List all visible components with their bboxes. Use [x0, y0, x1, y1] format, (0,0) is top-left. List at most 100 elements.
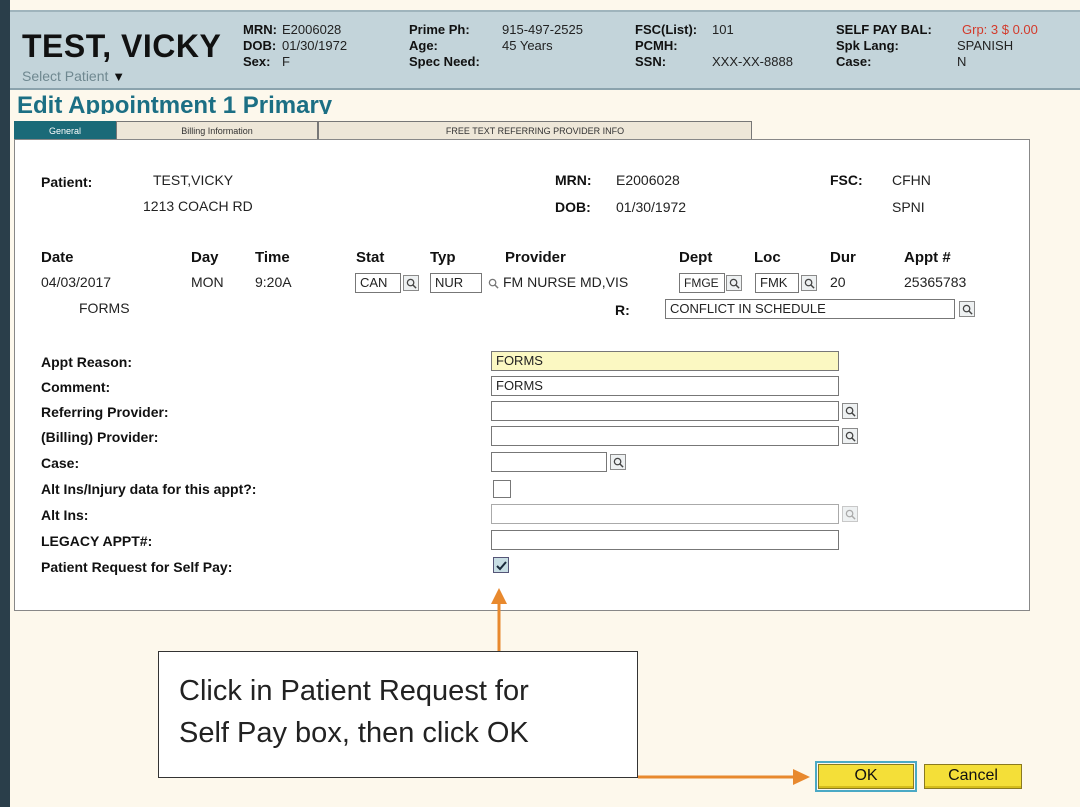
sex-value: F — [282, 54, 290, 69]
date-header: Date — [41, 249, 74, 266]
self-pay-request-label: Patient Request for Self Pay: — [41, 559, 233, 575]
spec-need-label: Spec Need: — [409, 54, 480, 69]
appt-day: MON — [191, 274, 224, 290]
prime-phone-label: Prime Ph: — [409, 22, 470, 37]
instruction-line-2: Self Pay box, then click OK — [179, 717, 529, 749]
billing-provider-label: (Billing) Provider: — [41, 429, 159, 445]
sex-label: Sex: — [243, 54, 271, 69]
left-edge-bar — [0, 0, 10, 807]
day-header: Day — [191, 249, 219, 266]
select-patient-label: Select Patient — [22, 68, 109, 84]
instruction-text: Click in Patient Request for Self Pay bo… — [179, 670, 529, 754]
cancel-reason-field[interactable]: CONFLICT IN SCHEDULE — [665, 299, 955, 319]
dob-value-panel: 01/30/1972 — [616, 199, 687, 215]
alt-ins-lookup-icon[interactable] — [842, 506, 858, 522]
appt-reason-label: Appt Reason: — [41, 354, 132, 370]
dept-lookup-icon[interactable] — [726, 275, 742, 291]
mrn-value: E2006028 — [282, 22, 342, 37]
pcmh-label: PCMH: — [635, 38, 678, 53]
select-patient-dropdown[interactable]: Select Patient ▼ — [22, 68, 125, 84]
self-pay-bal-value: Grp: 3 $ 0.00 — [962, 22, 1038, 37]
time-header: Time — [255, 249, 290, 266]
patient-label: Patient: — [41, 174, 93, 190]
stat-lookup-icon[interactable] — [403, 275, 419, 291]
dept-field[interactable]: FMGE — [679, 273, 725, 293]
mrn-value-panel: E2006028 — [616, 172, 680, 188]
appt-reason-field[interactable]: FORMS — [491, 351, 839, 371]
fsc-value-panel: CFHN — [892, 172, 931, 188]
case-field[interactable] — [491, 452, 607, 472]
appt-time: 9:20A — [255, 274, 292, 290]
page-title: Edit Appointment 1 Primary — [17, 92, 333, 114]
fsc-label-panel: FSC: — [830, 172, 863, 188]
tab-free-text-referring-provider[interactable]: FREE TEXT REFERRING PROVIDER INFO — [318, 121, 752, 140]
referring-provider-lookup-icon[interactable] — [842, 403, 858, 419]
ssn-value: XXX-XX-8888 — [712, 54, 793, 69]
legacy-appt-label: LEGACY APPT#: — [41, 533, 153, 549]
instruction-callout: Click in Patient Request for Self Pay bo… — [158, 651, 638, 778]
spoken-language-value: SPANISH — [957, 38, 1014, 53]
checkmark-icon — [496, 561, 507, 571]
typ-lookup-icon[interactable] — [485, 275, 501, 291]
patient-banner: TEST, VICKY Select Patient ▼ MRN: E20060… — [10, 10, 1080, 90]
prime-phone-value: 915-497-2525 — [502, 22, 583, 37]
appointment-panel: Patient: TEST,VICKY 1213 COACH RD MRN: E… — [14, 139, 1030, 611]
stat-field[interactable]: CAN — [355, 273, 401, 293]
dob-label-panel: DOB: — [555, 199, 591, 215]
appt-sub-reason: FORMS — [79, 300, 130, 316]
loc-lookup-icon[interactable] — [801, 275, 817, 291]
fsc-secondary-value: SPNI — [892, 199, 925, 215]
appt-number-header: Appt # — [904, 249, 951, 266]
typ-field[interactable]: NUR — [430, 273, 482, 293]
self-pay-bal-label: SELF PAY BAL: — [836, 22, 932, 37]
age-value: 45 Years — [502, 38, 553, 53]
mrn-label-panel: MRN: — [555, 172, 592, 188]
loc-field[interactable]: FMK — [755, 273, 799, 293]
loc-header: Loc — [754, 249, 781, 266]
case-value: N — [957, 54, 967, 69]
case-label: Case: — [836, 54, 872, 69]
fsc-list-label: FSC(List): — [635, 22, 698, 37]
mrn-label: MRN: — [243, 22, 277, 37]
stat-header: Stat — [356, 249, 385, 266]
alt-ins-injury-label: Alt Ins/Injury data for this appt?: — [41, 481, 257, 497]
appt-date: 04/03/2017 — [41, 274, 112, 290]
cancel-reason-label: R: — [615, 302, 630, 318]
tab-general[interactable]: General — [14, 121, 116, 140]
patient-name: TEST, VICKY — [22, 28, 222, 64]
spoken-language-label: Spk Lang: — [836, 38, 899, 53]
legacy-appt-field[interactable] — [491, 530, 839, 550]
billing-provider-field[interactable] — [491, 426, 839, 446]
case-label-form: Case: — [41, 455, 80, 471]
dept-header: Dept — [679, 249, 713, 266]
alt-ins-label: Alt Ins: — [41, 507, 89, 523]
referring-provider-label: Referring Provider: — [41, 404, 169, 420]
ok-button[interactable]: OK — [815, 761, 917, 792]
case-lookup-icon[interactable] — [610, 454, 626, 470]
cancel-button[interactable]: Cancel — [924, 764, 1022, 789]
cancel-reason-lookup-icon[interactable] — [959, 301, 975, 317]
dur-header: Dur — [830, 249, 856, 266]
ssn-label: SSN: — [635, 54, 667, 69]
alt-ins-field[interactable] — [491, 504, 839, 524]
patient-name-value: TEST,VICKY — [153, 172, 234, 188]
caret-down-icon: ▼ — [112, 69, 126, 84]
instruction-line-1: Click in Patient Request for — [179, 675, 529, 707]
tab-billing-information[interactable]: Billing Information — [116, 121, 318, 140]
alt-ins-injury-checkbox[interactable] — [493, 480, 511, 498]
billing-provider-lookup-icon[interactable] — [842, 428, 858, 444]
typ-header: Typ — [430, 249, 456, 266]
comment-label: Comment: — [41, 379, 111, 395]
appt-duration: 20 — [830, 274, 846, 290]
appt-number: 25365783 — [904, 274, 967, 290]
arrow-to-ok-head — [793, 769, 810, 785]
provider-header: Provider — [505, 249, 566, 266]
dob-label: DOB: — [243, 38, 277, 53]
dob-value: 01/30/1972 — [282, 38, 348, 53]
comment-field[interactable]: FORMS — [491, 376, 839, 396]
fsc-list-value: 101 — [712, 22, 734, 37]
referring-provider-field[interactable] — [491, 401, 839, 421]
self-pay-request-checkbox[interactable] — [493, 557, 509, 573]
provider-value: FM NURSE MD,VIS — [503, 274, 629, 290]
patient-address: 1213 COACH RD — [143, 198, 253, 214]
